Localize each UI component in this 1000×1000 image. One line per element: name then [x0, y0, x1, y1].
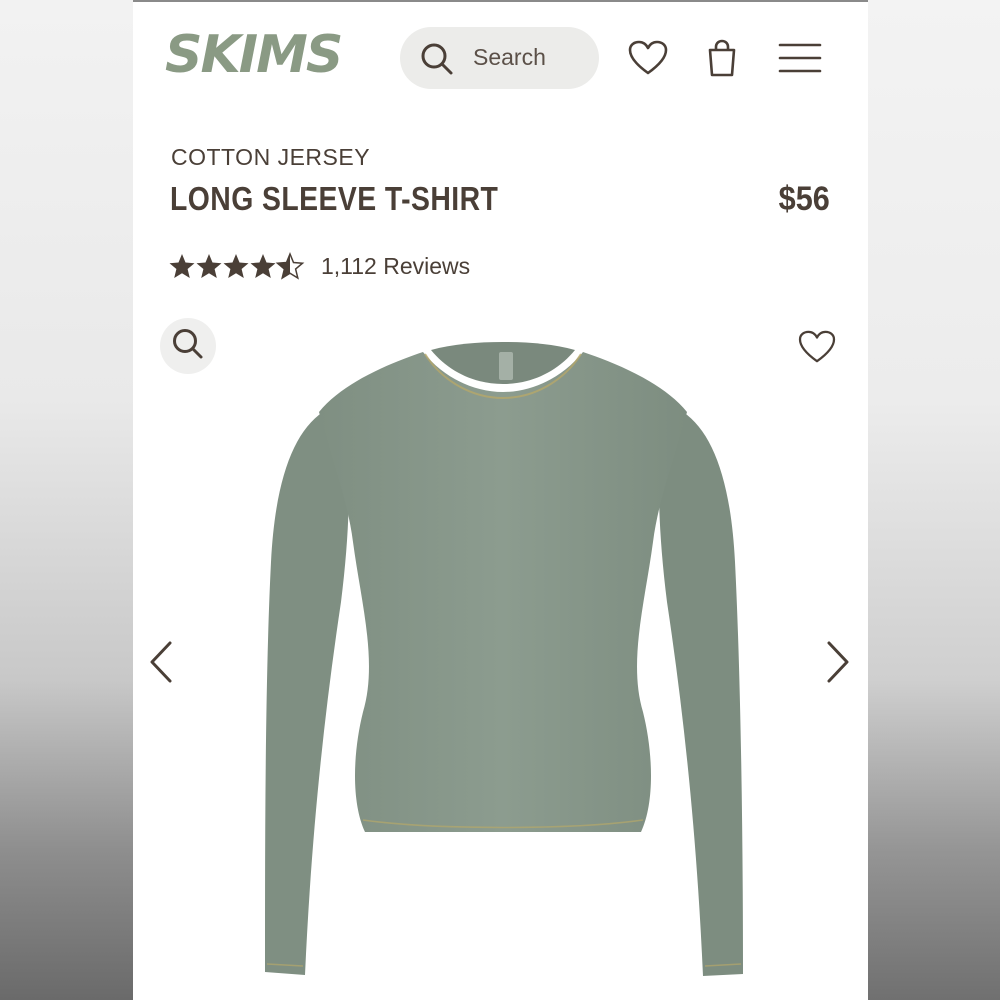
logo-text: SKIMS — [165, 28, 341, 80]
heart-icon[interactable] — [628, 40, 668, 81]
background-left — [0, 0, 133, 1000]
shirt-body — [319, 352, 687, 832]
star-icon — [223, 254, 249, 278]
zoom-button[interactable] — [160, 318, 216, 374]
chevron-right-icon[interactable] — [825, 640, 851, 689]
star-icons — [169, 253, 304, 279]
product-wishlist-heart-icon[interactable] — [798, 330, 836, 369]
product-category: COTTON JERSEY — [171, 144, 371, 170]
zoom-icon — [171, 327, 205, 366]
background-right — [868, 0, 1000, 1000]
product-page: SKIMS Search COTTON JERSEY LONG SLEEVE T… — [133, 0, 868, 1000]
shirt-label — [499, 352, 513, 380]
product-title: LONG SLEEVE T-SHIRT — [170, 180, 499, 217]
right-sleeve — [658, 412, 743, 976]
chevron-left-icon[interactable] — [148, 640, 174, 689]
search-bar[interactable]: Search — [400, 27, 599, 89]
star-rating — [169, 252, 305, 280]
shopping-bag-icon[interactable] — [706, 38, 738, 83]
product-price: $56 — [778, 180, 830, 218]
half-star-icon — [276, 253, 304, 279]
search-placeholder: Search — [473, 44, 546, 70]
star-icon — [196, 254, 222, 278]
product-rating[interactable]: 1,112 Reviews — [169, 252, 470, 280]
skims-logo[interactable]: SKIMS — [165, 25, 350, 85]
reviews-link[interactable]: 1,112 Reviews — [321, 253, 470, 280]
left-sleeve — [265, 412, 349, 975]
search-icon — [420, 42, 454, 81]
site-header: SKIMS Search — [133, 2, 868, 112]
product-image[interactable] — [253, 342, 753, 997]
star-icon — [169, 254, 195, 278]
star-icon — [250, 254, 276, 278]
hamburger-menu-icon[interactable] — [778, 42, 822, 79]
